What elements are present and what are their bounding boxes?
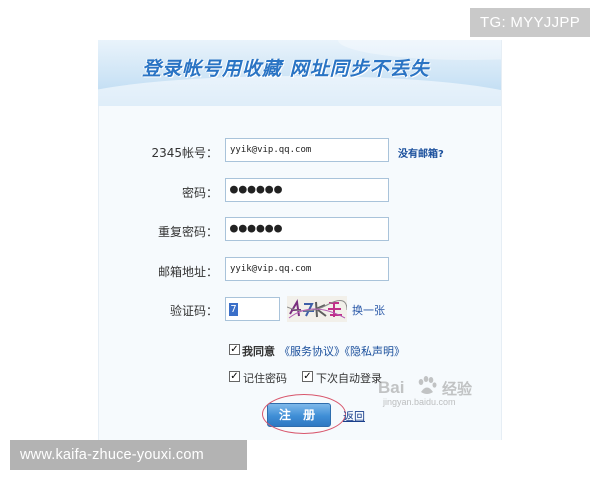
account-label: 2345帐号： (151, 146, 218, 160)
password-input[interactable]: ●●●●●● (225, 178, 389, 202)
paw-icon (418, 376, 437, 394)
agree-checkbox[interactable]: ✓ (229, 344, 240, 355)
back-link[interactable]: 返回 (343, 408, 365, 424)
baidu-watermark-logo: Bai (378, 378, 405, 397)
password-label: 密码： (181, 186, 218, 200)
terms-link[interactable]: 《服务协议》 (279, 343, 345, 359)
no-email-link[interactable]: 没有邮箱? (398, 145, 444, 160)
email-label: 邮箱地址： (157, 265, 218, 279)
url-strip: www.kaifa-zhuce-youxi.com (10, 440, 247, 470)
auto-login-label: 下次自动登录 (316, 372, 382, 385)
auto-login-checkbox[interactable]: ✓ (302, 371, 313, 382)
email-input[interactable]: yyik@vip.qq.com (225, 257, 389, 281)
captcha-image[interactable] (287, 296, 347, 322)
captcha-input[interactable]: 7 (225, 297, 280, 321)
change-captcha-link[interactable]: 换一张 (352, 302, 385, 318)
captcha-input-value: 7 (229, 303, 238, 316)
captcha-label: 验证码： (169, 304, 218, 318)
remember-password-label: 记住密码 (243, 372, 287, 385)
banner-slogan: 登录帐号用收藏 网址同步不丢失 (142, 58, 430, 80)
account-input[interactable]: yyik@vip.qq.com (225, 138, 389, 162)
baidu-watermark-text: 经验 (442, 380, 473, 398)
confirm-password-input[interactable]: ●●●●●● (225, 217, 389, 241)
agree-label: 我同意 (242, 345, 275, 358)
highlight-circle (262, 394, 346, 434)
baidu-watermark-url: jingyan.baidu.com (383, 397, 456, 407)
privacy-link[interactable]: 《隐私声明》 (339, 343, 405, 359)
remember-password-checkbox[interactable]: ✓ (229, 371, 240, 382)
confirm-password-label: 重复密码： (157, 225, 218, 239)
tg-badge: TG: MYYJJPP (470, 8, 590, 37)
